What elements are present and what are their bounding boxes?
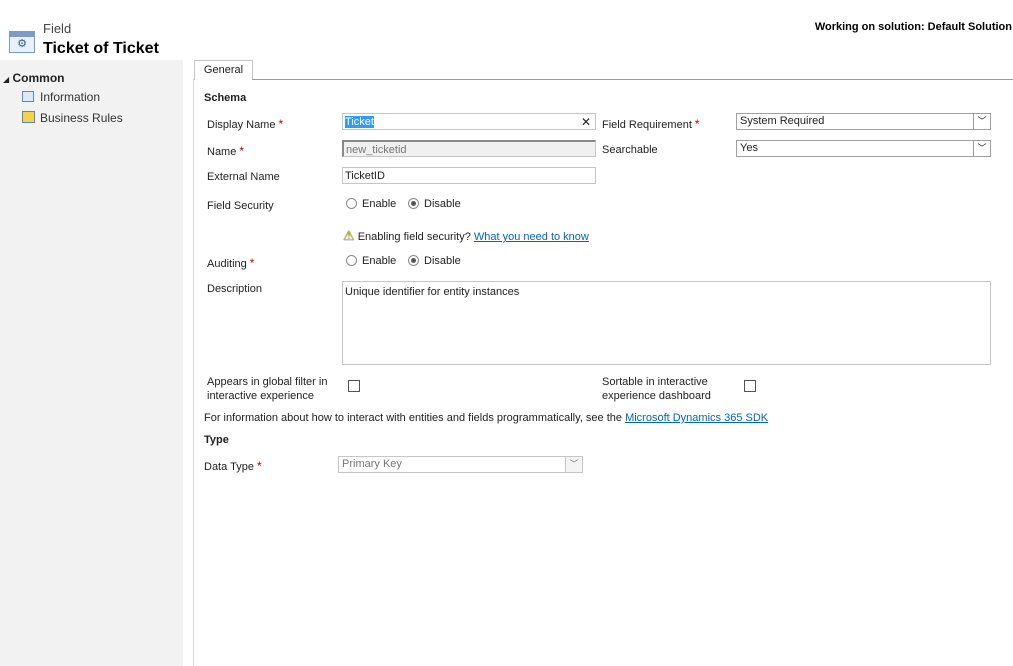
name-label: Name * [207,144,245,158]
field-security-warning: ⚠ Enabling field security? What you need… [343,228,589,243]
clear-icon[interactable]: ✕ [581,114,591,131]
field-requirement-select[interactable]: System Required ﹀ [736,113,991,130]
information-icon [22,91,34,102]
tab-general[interactable]: General [194,60,253,80]
sdk-info: For information about how to interact wi… [204,412,769,424]
field-security-label: Field Security [207,200,274,212]
field-security-enable[interactable]: Enable [346,198,396,210]
name-input: new_ticketid [342,140,596,157]
radio-disable[interactable] [408,255,419,266]
sidebar-item-information[interactable]: Information [22,90,100,104]
chevron-down-icon: ﹀ [565,457,582,472]
description-label: Description [207,283,263,295]
global-filter-label: Appears in global filter in interactive … [207,376,328,402]
business-rules-icon [22,111,35,123]
chevron-down-icon[interactable]: ﹀ [973,114,990,129]
page-title: Ticket of Ticket [43,40,159,57]
radio-disable[interactable] [408,198,419,209]
sidebar-item-business-rules[interactable]: Business Rules [22,111,123,125]
external-name-input[interactable]: TicketID [342,167,596,184]
display-name-input[interactable]: Ticket ✕ [342,113,596,130]
solution-label: Working on solution: Default Solution [814,21,1012,33]
field-security-disable[interactable]: Disable [408,198,461,210]
radio-enable[interactable] [346,255,357,266]
searchable-label: Searchable [602,144,658,156]
sidebar-section-common[interactable]: ◢ Common [3,71,65,85]
display-name-label: Display Name * [207,117,284,131]
entity-type: Field [43,21,72,36]
sortable-label: Sortable in interactive experience dashb… [602,376,711,402]
data-type-label: Data Type * [204,459,262,473]
external-name-label: External Name [207,171,280,183]
field-requirement-label: Field Requirement * [602,117,700,131]
data-type-select: Primary Key ﹀ [338,456,583,473]
auditing-disable[interactable]: Disable [408,255,461,267]
description-textarea[interactable]: Unique identifier for entity instances [342,281,991,365]
collapse-triangle-icon: ◢ [3,75,10,84]
global-filter-checkbox[interactable] [348,380,360,392]
sdk-link[interactable]: Microsoft Dynamics 365 SDK [625,412,768,424]
warning-icon: ⚠ [343,228,355,243]
chevron-down-icon[interactable]: ﹀ [973,141,990,156]
searchable-select[interactable]: Yes ﹀ [736,140,991,157]
radio-enable[interactable] [346,198,357,209]
content-border [193,79,194,666]
sidebar [0,60,183,666]
type-heading: Type [204,434,229,446]
tab-divider [252,79,1013,80]
auditing-enable[interactable]: Enable [346,255,396,267]
field-icon: ⚙ [9,31,35,53]
sortable-checkbox[interactable] [744,380,756,392]
schema-heading: Schema [204,92,247,104]
auditing-label: Auditing * [207,256,255,270]
what-you-need-to-know-link[interactable]: What you need to know [474,231,589,243]
